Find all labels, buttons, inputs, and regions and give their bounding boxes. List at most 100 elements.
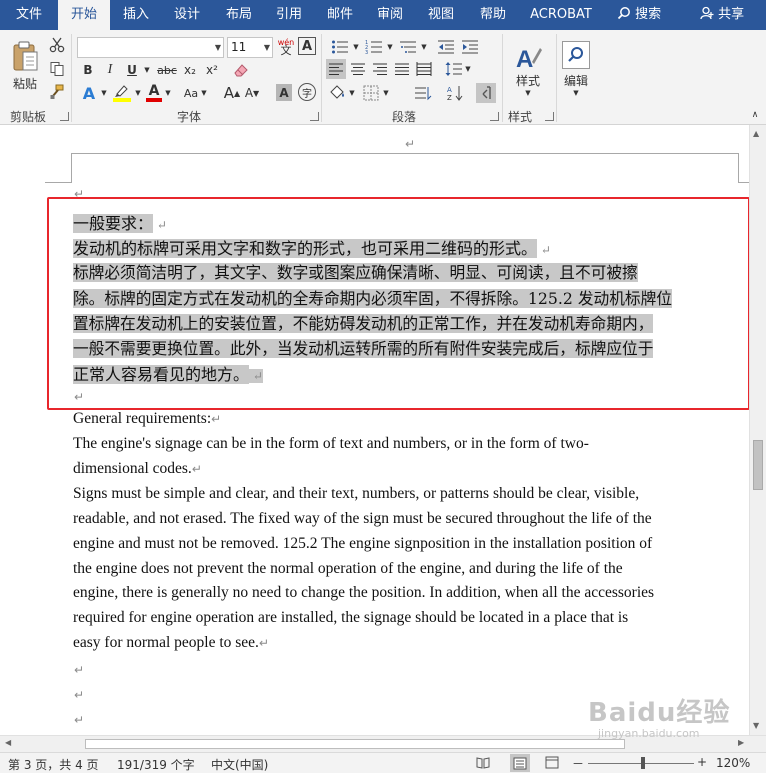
search-box[interactable]: 搜索 [610, 0, 668, 30]
styles-gallery-button[interactable]: A 样式 ▼ [508, 36, 548, 102]
chinese-layout-button[interactable] [412, 82, 434, 104]
decrease-indent-button[interactable] [436, 37, 456, 57]
font-color-button[interactable]: A [144, 82, 164, 104]
highlight-color-button[interactable] [110, 82, 134, 104]
svg-text:A: A [516, 46, 533, 72]
multilevel-dropdown[interactable]: ▼ [420, 37, 428, 57]
horizontal-scroll-thumb[interactable] [85, 739, 625, 749]
align-left-button[interactable] [326, 59, 346, 79]
font-size-combo[interactable]: 11 ▼ [227, 37, 273, 58]
collapse-ribbon-button[interactable]: ∧ [748, 108, 762, 122]
tab-insert[interactable]: 插入 [113, 0, 159, 30]
scroll-up-arrow[interactable]: ▲ [753, 129, 759, 138]
tab-references[interactable]: 引用 [266, 0, 312, 30]
bullets-dropdown[interactable]: ▼ [352, 37, 360, 57]
print-layout-icon[interactable] [510, 754, 530, 772]
superscript-button[interactable]: x² [202, 60, 222, 80]
show-formatting-marks-button[interactable] [476, 83, 496, 103]
subscript-button[interactable]: x₂ [180, 60, 200, 80]
share-button[interactable]: 共享 [693, 0, 751, 30]
tab-view[interactable]: 视图 [418, 0, 464, 30]
justify-button[interactable] [392, 59, 412, 79]
borders-button[interactable] [360, 82, 382, 104]
multilevel-list-button[interactable] [396, 37, 420, 57]
font-color-glyph: A [148, 83, 160, 99]
sort-button[interactable]: AZ [444, 82, 466, 104]
vertical-scroll-thumb[interactable] [753, 440, 763, 490]
character-border-button[interactable]: A [298, 37, 316, 55]
line-spacing-dropdown[interactable]: ▼ [464, 59, 472, 79]
tab-mailings[interactable]: 邮件 [317, 0, 363, 30]
status-bar: 第 3 页，共 4 页 191/319 个字 中文(中国) － + 120% [0, 752, 766, 773]
zoom-slider-thumb[interactable] [641, 757, 645, 769]
zoom-level[interactable]: 120% [716, 756, 750, 770]
tab-help[interactable]: 帮助 [470, 0, 516, 30]
paste-button[interactable]: 粘贴 [8, 36, 42, 96]
strikethrough-button[interactable]: abc [156, 60, 178, 80]
language-status[interactable]: 中文(中国) [211, 756, 268, 773]
zoom-out-button[interactable]: － [572, 755, 584, 772]
cut-button[interactable] [48, 36, 66, 54]
line-spacing-button[interactable] [444, 59, 464, 79]
copy-button[interactable] [48, 60, 66, 78]
highlight-dropdown[interactable]: ▼ [134, 82, 142, 104]
tab-layout[interactable]: 布局 [216, 0, 262, 30]
distributed-button[interactable] [414, 59, 434, 79]
character-shading-button[interactable]: A [276, 84, 292, 101]
format-painter-button[interactable] [48, 83, 66, 101]
shading-button[interactable] [326, 82, 348, 104]
phonetic-guide-button[interactable]: wén 文 [276, 36, 296, 58]
clear-formatting-button[interactable] [230, 59, 252, 81]
numbering-button[interactable]: 123 [362, 37, 386, 57]
text-effects-dropdown[interactable]: ▼ [100, 82, 108, 104]
editing-button[interactable]: 编辑 ▼ [560, 36, 592, 102]
italic-button[interactable]: I [100, 60, 120, 80]
tab-review[interactable]: 审阅 [367, 0, 413, 30]
grow-font-button[interactable]: A ▲ [223, 83, 241, 103]
editing-label: 编辑 [563, 74, 588, 88]
numbering-dropdown[interactable]: ▼ [386, 37, 394, 57]
page-count-status[interactable]: 第 3 页，共 4 页 [8, 756, 99, 773]
underline-dropdown[interactable]: ▼ [142, 60, 152, 80]
shrink-font-button[interactable]: A ▼ [243, 83, 261, 103]
font-color-swatch [146, 98, 162, 102]
tab-design[interactable]: 设计 [164, 0, 210, 30]
en-line-4: Signs must be simple and clear, and thei… [73, 485, 639, 503]
font-color-dropdown[interactable]: ▼ [164, 82, 172, 104]
tab-acrobat[interactable]: ACROBAT [524, 0, 598, 30]
increase-indent-icon [462, 40, 478, 54]
paragraph-dialog-launcher[interactable] [490, 112, 499, 121]
tab-home[interactable]: 开始 [58, 0, 110, 30]
chinese-layout-icon [415, 87, 432, 101]
grow-font-glyph: A [223, 84, 235, 102]
bullets-button[interactable] [328, 37, 352, 57]
font-name-combo[interactable]: ▼ [77, 37, 224, 58]
font-dialog-launcher[interactable] [310, 112, 319, 121]
styles-dialog-launcher[interactable] [545, 112, 554, 121]
vertical-scrollbar[interactable]: ▲ ▼ [749, 125, 766, 735]
shading-dropdown[interactable]: ▼ [348, 82, 356, 104]
highlight-color-swatch [113, 98, 131, 102]
zoom-in-button[interactable]: + [697, 755, 707, 769]
enclose-characters-button[interactable]: 字 [298, 83, 316, 101]
clipboard-dialog-launcher[interactable] [60, 112, 69, 121]
word-count-status[interactable]: 191/319 个字 [117, 756, 195, 773]
justify-icon [395, 63, 409, 75]
distributed-icon [416, 62, 432, 76]
underline-button[interactable]: U [122, 60, 142, 80]
bold-button[interactable]: B [78, 60, 98, 80]
read-mode-icon[interactable] [476, 756, 490, 772]
chevron-down-icon: ▼ [525, 88, 531, 97]
change-case-button[interactable]: Aa [182, 82, 200, 104]
web-layout-icon[interactable] [545, 756, 559, 772]
align-right-button[interactable] [370, 59, 390, 79]
tab-file[interactable]: 文件 [4, 0, 54, 30]
text-effects-button[interactable]: A [78, 82, 100, 104]
increase-indent-button[interactable] [460, 37, 480, 57]
scroll-left-arrow[interactable]: ◀ [5, 738, 11, 747]
en-line-5: readable, and not erased. The fixed way … [73, 510, 652, 528]
borders-dropdown[interactable]: ▼ [382, 82, 390, 104]
change-case-dropdown[interactable]: ▼ [200, 82, 208, 104]
paragraph-mark: ↵ [211, 412, 222, 426]
align-center-button[interactable] [348, 59, 368, 79]
